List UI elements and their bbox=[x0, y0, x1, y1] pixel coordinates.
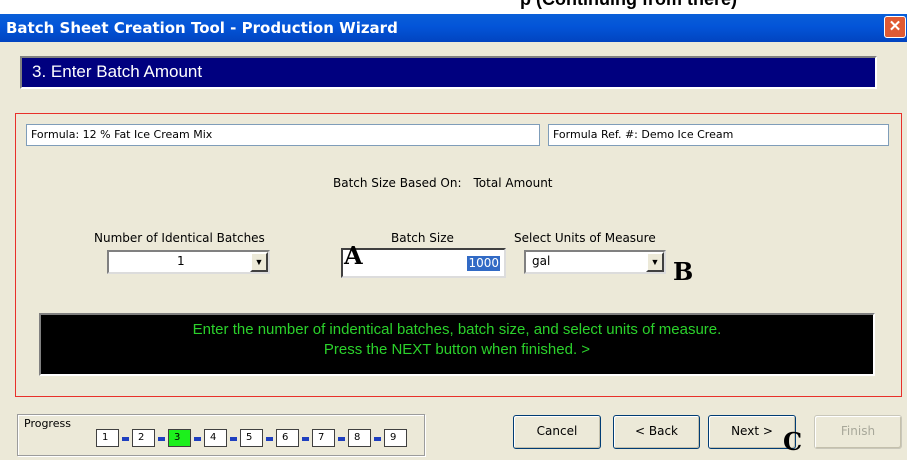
based-on-label: Batch Size Based On: bbox=[333, 176, 462, 190]
close-button[interactable]: ✕ bbox=[884, 16, 906, 38]
identical-batches-value: 1 bbox=[177, 254, 185, 268]
instruction-message: Enter the number of indentical batches, … bbox=[39, 313, 875, 376]
batch-size-input[interactable]: 1000 bbox=[341, 248, 506, 278]
callout-b: B bbox=[673, 257, 694, 286]
batch-size-label: Batch Size bbox=[391, 231, 454, 245]
units-value: gal bbox=[532, 254, 551, 268]
progress-step: 4 bbox=[204, 429, 227, 447]
progress-connector bbox=[194, 437, 201, 441]
progress-step: 6 bbox=[276, 429, 299, 447]
batch-size-based-on: Batch Size Based On: Total Amount bbox=[333, 176, 553, 190]
formula-name-field: Formula: 12 % Fat Ice Cream Mix bbox=[26, 124, 540, 146]
wizard-window: p (Continuing from there) Batch Sheet Cr… bbox=[0, 0, 907, 460]
title-bar[interactable]: Batch Sheet Creation Tool - Production W… bbox=[0, 14, 907, 42]
progress-step: 7 bbox=[312, 429, 335, 447]
progress-step: 5 bbox=[240, 429, 263, 447]
progress-indicator: Progress 123456789 bbox=[17, 414, 425, 456]
progress-step: 2 bbox=[132, 429, 155, 447]
identical-batches-dropdown[interactable]: 1 ▼ bbox=[107, 250, 270, 274]
progress-step: 9 bbox=[384, 429, 407, 447]
units-label: Select Units of Measure bbox=[514, 231, 656, 245]
formula-ref-field: Formula Ref. #: Demo Ice Cream bbox=[548, 124, 889, 146]
progress-step: 3 bbox=[168, 429, 191, 447]
cut-off-heading: p (Continuing from there) bbox=[0, 0, 907, 14]
batch-size-value: 1000 bbox=[467, 256, 500, 271]
cut-off-heading-text: p (Continuing from there) bbox=[520, 0, 737, 10]
progress-step: 8 bbox=[348, 429, 371, 447]
finish-button: Finish bbox=[814, 415, 902, 449]
progress-connector bbox=[338, 437, 345, 441]
chevron-down-icon[interactable]: ▼ bbox=[646, 252, 664, 272]
identical-batches-label: Number of Identical Batches bbox=[94, 231, 265, 245]
units-dropdown[interactable]: gal ▼ bbox=[524, 250, 666, 274]
based-on-value: Total Amount bbox=[473, 176, 553, 190]
progress-step: 1 bbox=[96, 429, 119, 447]
callout-c: C bbox=[783, 427, 803, 456]
back-button[interactable]: < Back bbox=[613, 415, 700, 449]
step-header: 3. Enter Batch Amount bbox=[20, 56, 877, 89]
chevron-down-icon[interactable]: ▼ bbox=[250, 252, 268, 272]
progress-connector bbox=[230, 437, 237, 441]
instruction-line-1: Enter the number of indentical batches, … bbox=[192, 321, 722, 338]
cancel-button[interactable]: Cancel bbox=[513, 415, 601, 449]
progress-connector bbox=[302, 437, 309, 441]
progress-connector bbox=[374, 437, 381, 441]
progress-connector bbox=[266, 437, 273, 441]
progress-connector bbox=[122, 437, 129, 441]
progress-connector bbox=[158, 437, 165, 441]
progress-label: Progress bbox=[24, 417, 71, 430]
instruction-line-2: Press the NEXT button when finished. > bbox=[323, 341, 591, 358]
window-title: Batch Sheet Creation Tool - Production W… bbox=[6, 19, 398, 37]
callout-a: A bbox=[344, 241, 363, 270]
